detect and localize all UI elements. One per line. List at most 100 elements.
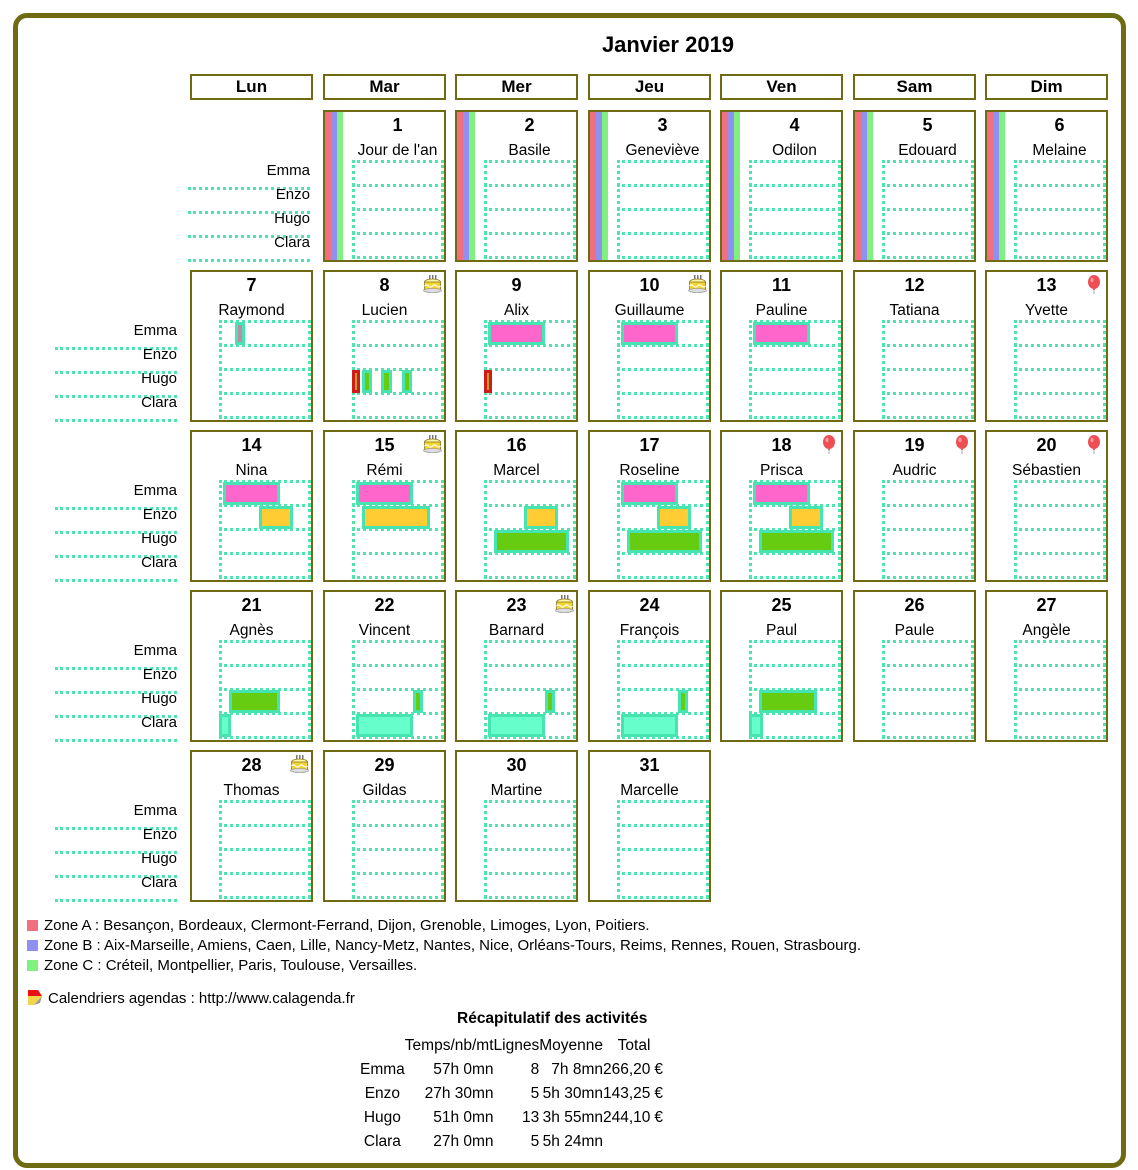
day-cell[interactable]: 1 Jour de l'an xyxy=(323,110,446,262)
activity-bar-clara[interactable] xyxy=(355,714,413,737)
activity-bar-emma[interactable] xyxy=(752,482,810,505)
day-number: 12 xyxy=(904,275,925,295)
activity-bar-emma[interactable] xyxy=(620,482,678,505)
day-cell[interactable]: 24 François xyxy=(588,590,711,742)
activity-bar-clara[interactable] xyxy=(487,714,545,737)
day-cell[interactable]: 27 Angèle xyxy=(985,590,1108,742)
day-cell[interactable]: 30 Martine xyxy=(455,750,578,902)
day-cell[interactable]: 2 Basile xyxy=(455,110,578,262)
grid-right-edge xyxy=(838,640,841,738)
summary-header-cell xyxy=(650,1034,663,1058)
grid-row-line xyxy=(749,736,841,739)
school-holiday-zones xyxy=(987,112,1005,260)
day-cell[interactable]: 25 Paul xyxy=(720,590,843,742)
grid-row-line xyxy=(352,208,444,211)
activity-bar-hugo[interactable] xyxy=(544,690,555,713)
activity-bar-clara[interactable] xyxy=(219,714,231,737)
activity-bar-emma[interactable] xyxy=(752,322,810,345)
activity-bar-enzo[interactable] xyxy=(259,506,293,529)
school-holiday-zones xyxy=(325,112,343,260)
activity-bar-clara[interactable] xyxy=(620,714,678,737)
grid-right-edge xyxy=(573,160,576,258)
day-cell[interactable]: 26 Paule xyxy=(853,590,976,742)
grid-right-edge xyxy=(706,640,709,738)
balloon-icon xyxy=(1084,274,1104,294)
day-cell[interactable]: 13 Yvette xyxy=(985,270,1108,422)
day-cell[interactable]: 22 Vincent xyxy=(323,590,446,742)
grid-right-edge xyxy=(308,640,311,738)
day-cell[interactable]: 20 Sébastien xyxy=(985,430,1108,582)
activity-bar-hugo[interactable] xyxy=(229,690,280,713)
saint-name: Vincent xyxy=(358,622,411,639)
day-cell[interactable]: 3 Geneviève xyxy=(588,110,711,262)
activity-bar-emma[interactable] xyxy=(487,322,545,345)
activity-bar-hugo[interactable] xyxy=(484,370,492,393)
day-cell[interactable]: 18 Prisca xyxy=(720,430,843,582)
saint-name: Paule xyxy=(894,622,935,639)
grid-row-line xyxy=(882,576,974,579)
activity-bar-hugo[interactable] xyxy=(401,370,412,393)
day-cell[interactable]: 29 Gildas xyxy=(323,750,446,902)
day-number: 9 xyxy=(511,275,522,295)
activity-bar-hugo[interactable] xyxy=(362,370,373,393)
day-cell[interactable]: 23 Barnard xyxy=(455,590,578,742)
activity-bar-hugo[interactable] xyxy=(494,530,569,553)
saint-name: Pauline xyxy=(755,302,808,319)
activity-bar-emma[interactable] xyxy=(234,322,245,345)
saint-name: Tatiana xyxy=(889,302,940,319)
credit-link[interactable]: Calendriers agendas : http://www.calagen… xyxy=(48,990,355,1007)
grid-row-line xyxy=(1014,256,1106,259)
activity-bar-hugo[interactable] xyxy=(759,690,818,713)
day-cell[interactable]: 17 Roseline xyxy=(588,430,711,582)
day-cell[interactable]: 16 Marcel xyxy=(455,430,578,582)
grid-row-line xyxy=(882,736,974,739)
day-cell[interactable]: 21 Agnès xyxy=(190,590,313,742)
day-cell[interactable]: 9 Alix xyxy=(455,270,578,422)
grid-row-line xyxy=(219,848,311,851)
saint-name: Nina xyxy=(235,462,268,479)
person-row-divider xyxy=(55,419,177,422)
day-cell[interactable]: 12 Tatiana xyxy=(853,270,976,422)
activity-bar-enzo[interactable] xyxy=(789,506,823,529)
day-cell[interactable]: 31 Marcelle xyxy=(588,750,711,902)
grid-right-edge xyxy=(308,800,311,898)
activity-bar-emma[interactable] xyxy=(355,482,413,505)
activity-bar-hugo[interactable] xyxy=(759,530,834,553)
grid-right-edge xyxy=(308,320,311,418)
activity-bar-enzo[interactable] xyxy=(362,506,431,529)
activity-grid xyxy=(749,640,841,739)
activity-bar-enzo[interactable] xyxy=(524,506,558,529)
day-cell[interactable]: 8 Lucien xyxy=(323,270,446,422)
grid-left-edge xyxy=(352,800,355,898)
day-cell[interactable]: 11 Pauline xyxy=(720,270,843,422)
grid-row-line xyxy=(219,640,311,643)
activity-bar-emma[interactable] xyxy=(620,322,678,345)
person-name: Enzo xyxy=(142,506,177,523)
day-cell[interactable]: 28 Thomas xyxy=(190,750,313,902)
day-cell[interactable]: 19 Audric xyxy=(853,430,976,582)
person-name: Enzo xyxy=(142,346,177,363)
day-cell[interactable]: 14 Nina xyxy=(190,430,313,582)
summary-cell: Hugo xyxy=(363,1109,401,1126)
grid-row-line xyxy=(749,160,841,163)
activity-bar-clara[interactable] xyxy=(749,714,763,737)
grid-row-line xyxy=(484,576,576,579)
grid-left-edge xyxy=(617,640,620,738)
day-cell[interactable]: 5 Edouard xyxy=(853,110,976,262)
activity-grid xyxy=(882,320,974,419)
day-cell[interactable]: 15 Rémi xyxy=(323,430,446,582)
activity-bar-emma[interactable] xyxy=(222,482,280,505)
day-cell[interactable]: 6 Melaine xyxy=(985,110,1108,262)
day-cell[interactable]: 4 Odilon xyxy=(720,110,843,262)
summary-header-cell: Lignes xyxy=(493,1037,540,1054)
activity-bar-hugo[interactable] xyxy=(412,690,423,713)
day-cell[interactable]: 7 Raymond xyxy=(190,270,313,422)
activity-bar-hugo[interactable] xyxy=(352,370,360,393)
activity-bar-hugo[interactable] xyxy=(381,370,392,393)
activity-bar-hugo[interactable] xyxy=(677,690,688,713)
activity-bar-enzo[interactable] xyxy=(657,506,691,529)
day-cell[interactable]: 10 Guillaume xyxy=(588,270,711,422)
activity-bar-hugo[interactable] xyxy=(627,530,702,553)
activity-grid xyxy=(1014,480,1106,579)
grid-row-line xyxy=(882,640,974,643)
